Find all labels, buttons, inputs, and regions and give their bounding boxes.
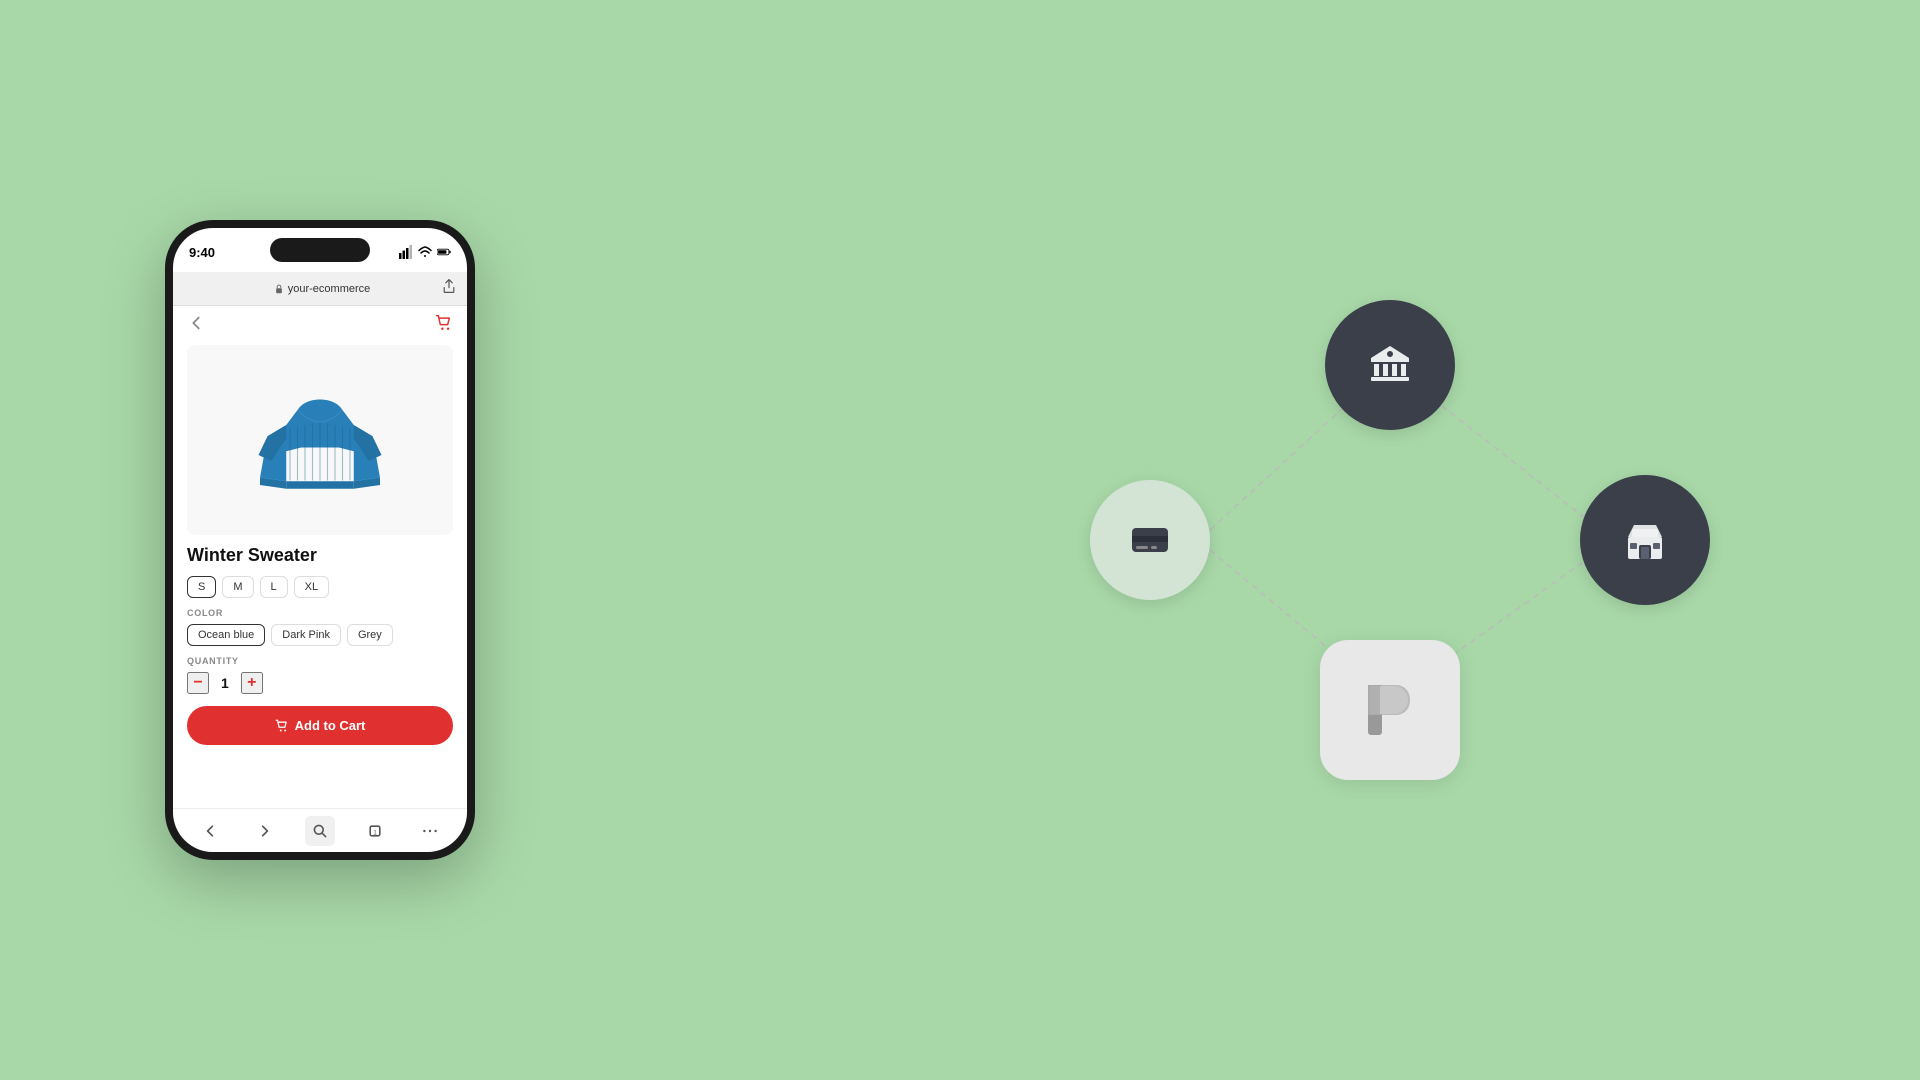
- cart-btn-icon: [275, 719, 289, 733]
- color-ocean-blue[interactable]: Ocean blue: [187, 624, 265, 646]
- bank-node: [1325, 300, 1455, 430]
- nav-more[interactable]: [415, 816, 445, 846]
- logo-icon: [1350, 670, 1430, 750]
- nav-more-icon: [422, 823, 438, 839]
- color-dark-pink[interactable]: Dark Pink: [271, 624, 341, 646]
- wifi-icon: [418, 245, 432, 259]
- battery-icon: [437, 245, 451, 259]
- nav-search-icon: [312, 823, 328, 839]
- add-to-cart-label: Add to Cart: [295, 718, 366, 733]
- color-grey[interactable]: Grey: [347, 624, 393, 646]
- size-l[interactable]: L: [260, 576, 288, 598]
- diagram-container: [1040, 240, 1740, 840]
- lock-icon: [274, 284, 284, 294]
- nav-row: [173, 306, 467, 345]
- bottom-nav: 1: [173, 808, 467, 852]
- url-text: your-ecommerce: [288, 283, 371, 295]
- phone-mockup: 9:40: [165, 220, 475, 860]
- nav-forward-icon: [257, 823, 273, 839]
- cart-button[interactable]: [435, 314, 453, 337]
- share-button[interactable]: [441, 278, 457, 299]
- qty-increase[interactable]: +: [241, 672, 263, 694]
- browser-bar: your-ecommerce: [173, 272, 467, 306]
- nav-back-icon: [202, 823, 218, 839]
- phone-shell: 9:40: [165, 220, 475, 860]
- content-area: Winter Sweater S M L XL COLOR Ocean blue…: [173, 345, 467, 808]
- dynamic-island: [270, 238, 370, 262]
- browser-url: your-ecommerce: [274, 283, 371, 295]
- nav-tab-icon: 1: [367, 823, 383, 839]
- status-time: 9:40: [189, 245, 215, 260]
- store-node: [1580, 475, 1710, 605]
- svg-text:1: 1: [373, 829, 377, 836]
- size-m[interactable]: M: [222, 576, 253, 598]
- diagram-area: [860, 0, 1920, 1080]
- status-icons: [399, 245, 451, 259]
- quantity-row: − 1 +: [187, 672, 453, 694]
- chevron-left-icon: [187, 314, 205, 332]
- nav-back[interactable]: [195, 816, 225, 846]
- sweater-image: [245, 370, 395, 510]
- signal-icon: [399, 245, 413, 259]
- qty-value: 1: [221, 675, 229, 691]
- add-to-cart-button[interactable]: Add to Cart: [187, 706, 453, 745]
- bank-icon: [1365, 340, 1415, 390]
- quantity-label: QUANTITY: [187, 656, 453, 666]
- product-name: Winter Sweater: [187, 545, 453, 566]
- size-selector: S M L XL: [187, 576, 453, 598]
- store-icon: [1620, 515, 1670, 565]
- size-s[interactable]: S: [187, 576, 216, 598]
- color-label: COLOR: [187, 608, 453, 618]
- card-node: [1090, 480, 1210, 600]
- color-selector: Ocean blue Dark Pink Grey: [187, 624, 453, 646]
- logo-node: [1320, 640, 1460, 780]
- cart-icon: [435, 314, 453, 332]
- size-xl[interactable]: XL: [294, 576, 329, 598]
- qty-decrease[interactable]: −: [187, 672, 209, 694]
- share-icon: [441, 278, 457, 294]
- credit-card-icon: [1128, 518, 1172, 562]
- nav-tab[interactable]: 1: [360, 816, 390, 846]
- product-image: [187, 345, 453, 535]
- nav-forward[interactable]: [250, 816, 280, 846]
- back-button[interactable]: [187, 314, 205, 337]
- nav-search[interactable]: [305, 816, 335, 846]
